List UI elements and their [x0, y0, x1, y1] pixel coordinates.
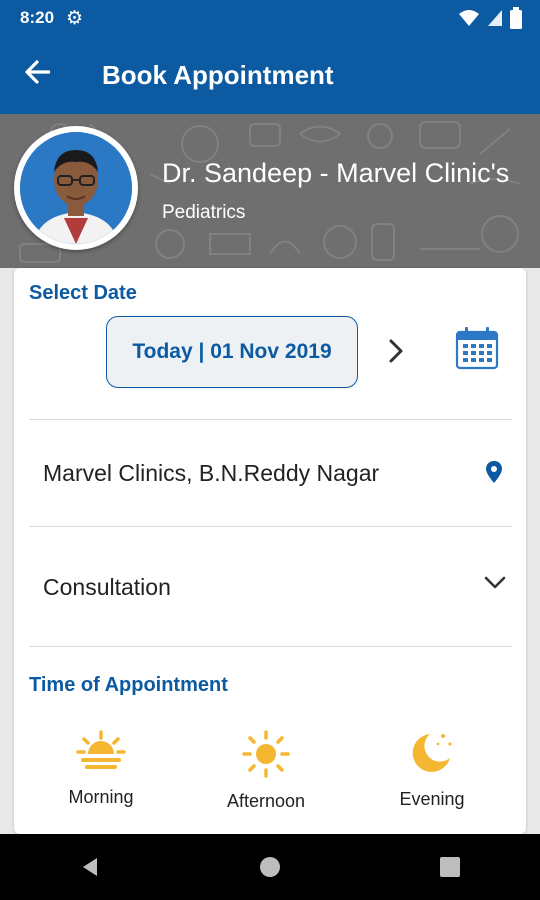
status-icons: [458, 7, 522, 29]
doctor-header: Dr. Sandeep - Marvel Clinic's Pediatrics: [0, 114, 540, 268]
chevron-right-icon[interactable]: [386, 338, 406, 368]
slot-afternoon[interactable]: Afternoon: [206, 730, 326, 812]
clinic-location[interactable]: Marvel Clinics, B.N.Reddy Nagar: [43, 460, 379, 487]
divider: [29, 419, 512, 420]
nav-back-icon[interactable]: [60, 856, 120, 878]
slot-afternoon-label: Afternoon: [226, 791, 306, 811]
divider: [29, 526, 512, 527]
doctor-name: Dr. Sandeep - Marvel Clinic's: [162, 158, 510, 188]
doctor-avatar: [14, 126, 138, 250]
status-bar: 8:20 ⚙: [0, 0, 540, 36]
booking-card: Select Date Today | 01 Nov 2019 Marvel C…: [14, 268, 526, 834]
slot-evening[interactable]: Evening: [372, 730, 492, 810]
doctor-specialty: Pediatrics: [162, 202, 246, 223]
status-time: 8:20: [20, 8, 55, 27]
back-arrow-icon[interactable]: [24, 58, 60, 92]
doctor-photo: [20, 132, 132, 244]
wifi-icon: [459, 10, 479, 26]
slot-morning[interactable]: Morning: [41, 730, 161, 808]
system-nav-bar: [0, 834, 540, 900]
appointment-type-select[interactable]: Consultation: [43, 574, 171, 601]
slot-morning-label: Morning: [68, 787, 134, 807]
divider: [29, 646, 512, 647]
calendar-icon[interactable]: [455, 326, 499, 375]
gear-icon: ⚙: [66, 7, 84, 29]
slot-evening-label: Evening: [399, 789, 465, 809]
select-date-label: Select Date: [29, 282, 137, 304]
moon-icon: [412, 734, 452, 772]
time-of-appointment-label: Time of Appointment: [29, 674, 228, 696]
nav-recents-icon[interactable]: [420, 856, 480, 878]
chevron-down-icon[interactable]: [484, 576, 506, 595]
nav-home-icon[interactable]: [240, 856, 300, 878]
date-selector-button[interactable]: Today | 01 Nov 2019: [106, 316, 358, 388]
signal-icon: [488, 10, 502, 26]
page-title: Book Appointment: [102, 59, 334, 90]
sunrise-icon: [76, 730, 126, 769]
battery-icon: [510, 7, 522, 29]
location-pin-icon[interactable]: [486, 461, 502, 488]
app-bar: Book Appointment: [0, 36, 540, 114]
sun-icon: [242, 730, 290, 778]
